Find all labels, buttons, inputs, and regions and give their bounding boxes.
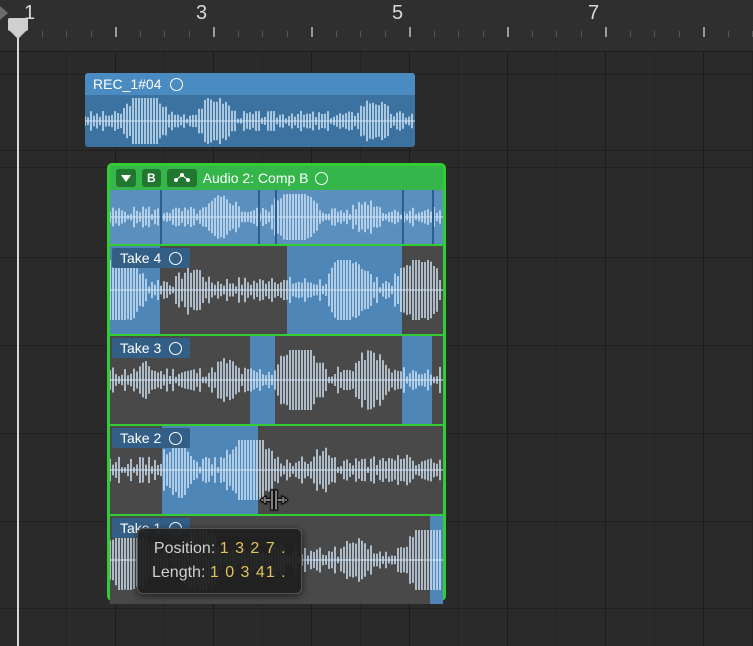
tooltip-row: Length: 1 0 3 41 .: [152, 561, 287, 585]
ruler-tick: [581, 31, 582, 37]
ruler-tick: [336, 31, 337, 37]
comp-segment-divider[interactable]: [402, 190, 404, 244]
tooltip-length-value: 1 0 3 41 .: [210, 564, 287, 581]
ruler-number: 7: [588, 2, 600, 25]
ruler-tick: [434, 31, 435, 37]
ruler-tick: [164, 31, 165, 37]
ruler-tick-bar: [115, 27, 117, 37]
ruler-tick: [679, 31, 680, 37]
waveform: [110, 440, 443, 500]
waveform: [110, 260, 443, 320]
quick-swipe-button[interactable]: [167, 169, 197, 187]
ruler-number: 3: [196, 2, 208, 25]
ruler-tick-bar: [409, 27, 411, 37]
region-header: REC_1#04: [85, 73, 415, 95]
take-name: Take 4: [120, 250, 161, 266]
ruler-tick: [140, 31, 141, 37]
disclosure-button[interactable]: [116, 169, 136, 187]
ruler-tick: [262, 31, 263, 37]
take-label[interactable]: Take 3: [112, 338, 190, 358]
ruler-tick: [189, 31, 190, 37]
take-lane[interactable]: Take 2: [110, 426, 443, 514]
ruler-number: 5: [392, 2, 404, 25]
ruler-tick: [630, 31, 631, 37]
ruler-tick: [532, 31, 533, 37]
ruler-tick-bar: [605, 27, 607, 37]
ruler-tick: [66, 31, 67, 37]
comp-waveform-lane[interactable]: [110, 190, 443, 244]
ruler-tick-bar: [703, 27, 705, 37]
take-lane[interactable]: Take 3: [110, 336, 443, 424]
comp-segment-divider[interactable]: [160, 190, 162, 244]
playhead[interactable]: [17, 32, 19, 646]
ruler-tick: [556, 31, 557, 37]
ruler-tick: [728, 31, 729, 37]
grid-line: [556, 52, 557, 646]
tooltip-row: Position: 1 3 2 7 .: [152, 537, 287, 561]
ruler-tick: [654, 31, 655, 37]
comp-dots-icon: [172, 172, 192, 184]
audio-region-rec1-04[interactable]: REC_1#04: [85, 73, 415, 147]
play-indicator-icon: [0, 6, 8, 20]
waveform-area: [85, 95, 415, 147]
loop-icon: [169, 342, 182, 355]
comp-segment-divider[interactable]: [258, 190, 260, 244]
tooltip-position-value: 1 3 2 7 .: [220, 540, 287, 557]
position-length-tooltip: Position: 1 3 2 7 . Length: 1 0 3 41 .: [137, 528, 302, 594]
take-name: Take 2: [120, 430, 161, 446]
grid-line: [66, 52, 67, 646]
loop-icon: [315, 172, 328, 185]
grid-line: [507, 52, 508, 646]
comp-segment-divider[interactable]: [432, 190, 434, 244]
ruler-tick-bar: [311, 27, 313, 37]
ruler-tick: [238, 31, 239, 37]
timeline-ruler[interactable]: 1357: [0, 0, 753, 52]
waveform: [110, 350, 443, 410]
ruler-tick-bar: [213, 27, 215, 37]
comp-header[interactable]: B Audio 2: Comp B: [110, 166, 443, 190]
grid-line: [458, 52, 459, 646]
ruler-tick: [385, 31, 386, 37]
grid-line: [654, 52, 655, 646]
loop-icon: [169, 432, 182, 445]
chevron-down-icon: [121, 175, 131, 182]
ruler-tick: [360, 31, 361, 37]
region-name: REC_1#04: [93, 76, 162, 92]
comp-title: Audio 2: Comp B: [203, 170, 309, 186]
grid-line: [605, 52, 606, 646]
ruler-tick: [42, 31, 43, 37]
loop-icon: [169, 252, 182, 265]
take-name: Take 3: [120, 340, 161, 356]
ruler-tick: [287, 31, 288, 37]
waveform: [85, 98, 415, 144]
grid-line: [703, 52, 704, 646]
tooltip-label: Position:: [154, 540, 215, 557]
ruler-tick: [458, 31, 459, 37]
comp-segment-divider[interactable]: [275, 190, 277, 244]
comp-version-button[interactable]: B: [142, 169, 161, 187]
take-label[interactable]: Take 2: [112, 428, 190, 448]
ruler-tick: [483, 31, 484, 37]
loop-icon: [170, 78, 183, 91]
ruler-tick-bar: [507, 27, 509, 37]
take-label[interactable]: Take 4: [112, 248, 190, 268]
take-lane[interactable]: Take 4: [110, 246, 443, 334]
tooltip-label: Length:: [152, 564, 205, 581]
ruler-tick: [91, 31, 92, 37]
grid-line: [0, 150, 753, 151]
grid-line: [0, 608, 753, 609]
